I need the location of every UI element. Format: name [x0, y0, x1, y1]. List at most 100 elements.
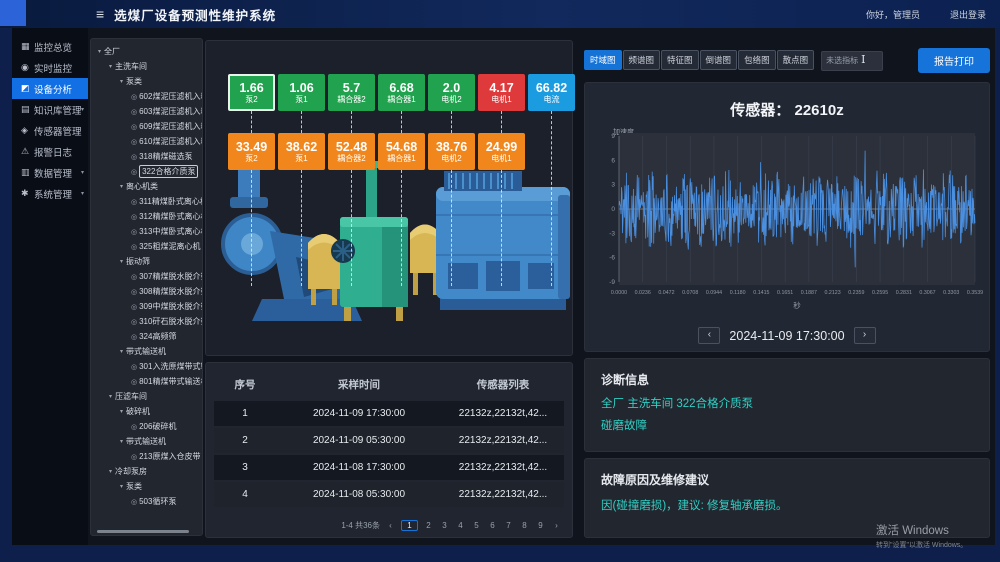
tree-expand-icon[interactable]: ▾: [120, 348, 123, 355]
metric-box-泵1[interactable]: 38.62泵1: [278, 133, 325, 170]
tree-node[interactable]: ◎801精煤带式输送机: [91, 374, 202, 389]
tree-node[interactable]: ◎324高频筛: [91, 329, 202, 344]
tab-时域图[interactable]: 时域图: [584, 50, 622, 70]
tab-特征图[interactable]: 特征图: [661, 50, 699, 70]
table-row[interactable]: 12024-11-09 17:30:0022132z,22132t,42...: [214, 401, 564, 426]
tree-node[interactable]: ◎206破碎机: [91, 419, 202, 434]
tree-node[interactable]: ▾全厂: [91, 44, 202, 59]
tree-node[interactable]: ▾带式输送机: [91, 434, 202, 449]
sidebar-item-overview[interactable]: ▦监控总览: [12, 36, 88, 57]
tree-expand-icon[interactable]: ▾: [120, 78, 123, 85]
sidebar-item-data[interactable]: ▥数据管理▾: [12, 162, 88, 183]
table-body: 12024-11-09 17:30:0022132z,22132t,42...2…: [206, 401, 572, 507]
tree-node[interactable]: ◎301入洗原煤带式输送机: [91, 359, 202, 374]
metric-box-泵2[interactable]: 33.49泵2: [228, 133, 275, 170]
tab-散点图[interactable]: 散点图: [777, 50, 815, 70]
tree-node[interactable]: ◎609煤泥压滤机入料泵: [91, 119, 202, 134]
tree-expand-icon[interactable]: ▾: [109, 393, 112, 400]
tree-node[interactable]: ◎308精煤脱水脱介筛: [91, 284, 202, 299]
equipment-gear-icon: ◎: [131, 153, 137, 161]
tree-horizontal-scrollbar[interactable]: [97, 530, 189, 533]
tree-node-label: 503循环泵: [139, 496, 176, 507]
tree-expand-icon[interactable]: ▾: [120, 258, 123, 265]
tree-node[interactable]: ◎503循环泵: [91, 494, 202, 509]
tree-expand-icon[interactable]: ▾: [98, 48, 101, 55]
tree-node[interactable]: ▾带式输送机: [91, 344, 202, 359]
page-number[interactable]: 8: [519, 521, 530, 530]
metric-box-电机1[interactable]: 24.99电机1: [478, 133, 525, 170]
sidebar: ▦监控总览◉实时监控◩设备分析▤知识库管理▾◈传感器管理⚠报警日志▥数据管理▾✱…: [12, 28, 88, 545]
tree-expand-icon[interactable]: ▾: [109, 468, 112, 475]
tree-node[interactable]: ◎312精煤卧式离心机: [91, 209, 202, 224]
metric-box-泵2[interactable]: 1.66泵2: [228, 74, 275, 111]
page-number[interactable]: 3: [439, 521, 450, 530]
tree-expand-icon[interactable]: ▾: [109, 63, 112, 70]
sidebar-item-knowledge[interactable]: ▤知识库管理▾: [12, 99, 88, 120]
metric-box-耦合器2[interactable]: 5.7耦合器2: [328, 74, 375, 111]
page-number[interactable]: 7: [503, 521, 514, 530]
page-number[interactable]: 2: [423, 521, 434, 530]
tree-node[interactable]: ◎602煤泥压滤机入料泵: [91, 89, 202, 104]
table-row[interactable]: 22024-11-09 05:30:0022132z,22132t,42...: [214, 428, 564, 453]
tree-node[interactable]: ▾离心机类: [91, 179, 202, 194]
tree-node[interactable]: ◎318精煤磁选泵: [91, 149, 202, 164]
page-number[interactable]: 4: [455, 521, 466, 530]
equipment-gear-icon: ◎: [131, 498, 137, 506]
tree-node[interactable]: ◎310矸石脱水脱介筛: [91, 314, 202, 329]
metric-box-耦合器1[interactable]: 6.68耦合器1: [378, 74, 425, 111]
page-number[interactable]: 5: [471, 521, 482, 530]
metric-box-电流[interactable]: 66.82电流: [528, 74, 575, 111]
sidebar-item-alarm[interactable]: ⚠报警日志: [12, 141, 88, 162]
tab-频谱图[interactable]: 频谱图: [623, 50, 661, 70]
metric-box-电机2[interactable]: 2.0电机2: [428, 74, 475, 111]
tree-node[interactable]: ▾振动筛: [91, 254, 202, 269]
next-date-button[interactable]: ›: [854, 327, 876, 344]
tree-expand-icon[interactable]: ▾: [120, 438, 123, 445]
hamburger-menu-icon[interactable]: ≡: [96, 7, 104, 21]
svg-text:0.2123: 0.2123: [824, 290, 840, 296]
tree-node[interactable]: ▾压滤车间: [91, 389, 202, 404]
metric-box-耦合器1[interactable]: 54.68耦合器1: [378, 133, 425, 170]
tree-expand-icon[interactable]: ▾: [120, 183, 123, 190]
tree-node[interactable]: ▾主洗车间: [91, 59, 202, 74]
page-number[interactable]: 6: [487, 521, 498, 530]
tab-包络图[interactable]: 包络图: [738, 50, 776, 70]
prev-date-button[interactable]: ‹: [698, 327, 720, 344]
tree-node[interactable]: ▾泵类: [91, 74, 202, 89]
table-row[interactable]: 32024-11-08 17:30:0022132z,22132t,42...: [214, 455, 564, 480]
tree-node[interactable]: ◎313中煤卧式离心机: [91, 224, 202, 239]
metric-box-耦合器2[interactable]: 52.48耦合器2: [328, 133, 375, 170]
tree-node[interactable]: ▾泵类: [91, 479, 202, 494]
sidebar-item-analysis[interactable]: ◩设备分析: [12, 78, 88, 99]
indicator-input[interactable]: [821, 51, 883, 71]
pagination-next-icon[interactable]: ›: [551, 521, 562, 530]
pagination-prev-icon[interactable]: ‹: [385, 521, 396, 530]
metric-box-电机1[interactable]: 4.17电机1: [478, 74, 525, 111]
tree-expand-icon[interactable]: ▾: [120, 483, 123, 490]
tree-node-label: 带式输送机: [126, 346, 166, 357]
advice-title: 故障原因及维修建议: [601, 471, 709, 488]
tree-expand-icon[interactable]: ▾: [120, 408, 123, 415]
tree-node[interactable]: ◎603煤泥压滤机入料泵: [91, 104, 202, 119]
sidebar-item-sensor[interactable]: ◈传感器管理: [12, 120, 88, 141]
logout-link[interactable]: 退出登录: [950, 8, 986, 21]
page-number[interactable]: 9: [535, 521, 546, 530]
metric-box-电机2[interactable]: 38.76电机2: [428, 133, 475, 170]
equipment-gear-icon: ◎: [131, 168, 137, 176]
tree-node[interactable]: ◎322合格介质泵: [91, 164, 202, 179]
page-number[interactable]: 1: [401, 520, 418, 531]
tree-node[interactable]: ◎309中煤脱水脱介筛: [91, 299, 202, 314]
tree-node[interactable]: ◎307精煤脱水脱介筛: [91, 269, 202, 284]
tab-倒谱图[interactable]: 倒谱图: [700, 50, 738, 70]
tree-node[interactable]: ◎325粗煤泥离心机: [91, 239, 202, 254]
sidebar-item-monitor[interactable]: ◉实时监控: [12, 57, 88, 78]
table-row[interactable]: 42024-11-08 05:30:0022132z,22132t,42...: [214, 482, 564, 507]
tree-node[interactable]: ◎213原煤入仓皮带: [91, 449, 202, 464]
tree-node[interactable]: ◎610煤泥压滤机入料泵: [91, 134, 202, 149]
tree-node[interactable]: ▾破碎机: [91, 404, 202, 419]
sidebar-item-system[interactable]: ✱系统管理▾: [12, 183, 88, 204]
print-report-button[interactable]: 报告打印: [918, 48, 990, 73]
tree-node[interactable]: ◎311精煤卧式离心机: [91, 194, 202, 209]
metric-box-泵1[interactable]: 1.06泵1: [278, 74, 325, 111]
tree-node[interactable]: ▾冷却泵房: [91, 464, 202, 479]
